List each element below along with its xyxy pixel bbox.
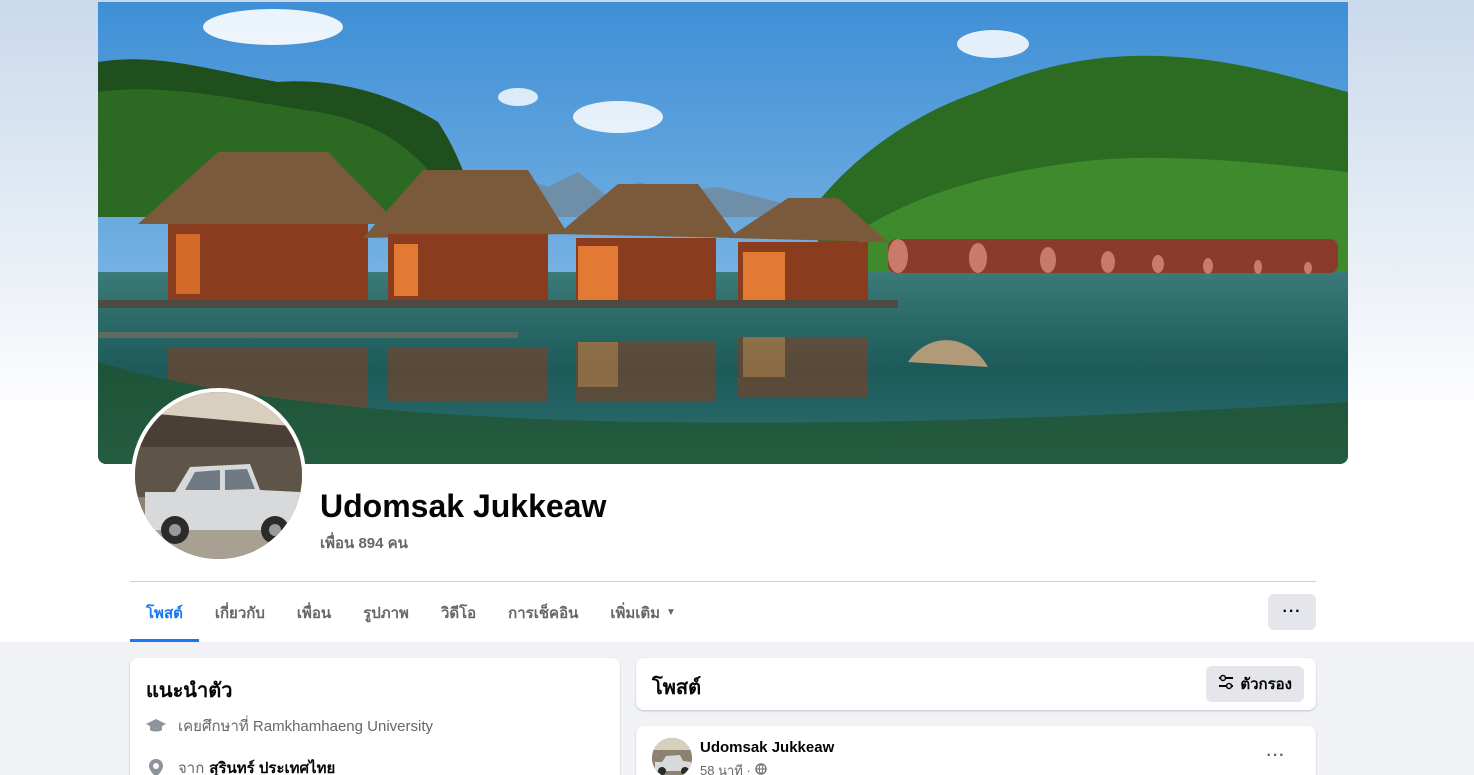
posts-header-title: โพสต์ — [652, 677, 702, 699]
filter-button-label: ตัวกรอง — [1240, 676, 1292, 693]
tab-more[interactable]: เพิ่มเติม ▼ — [594, 583, 692, 642]
tab-about[interactable]: เกี่ยวกับ — [199, 583, 281, 642]
friends-count-link[interactable]: เพื่อน 894 คน — [320, 531, 408, 555]
tab-photos[interactable]: รูปภาพ — [347, 583, 425, 642]
globe-icon — [755, 763, 767, 775]
filter-sliders-icon — [1218, 674, 1234, 694]
profile-tabs: โพสต์ เกี่ยวกับ เพื่อน รูปภาพ วิดีโอ การ… — [130, 583, 692, 642]
tab-posts-label: โพสต์ — [146, 604, 183, 622]
profile-picture-image — [135, 392, 302, 559]
tab-posts[interactable]: โพสต์ — [130, 583, 199, 642]
intro-education-row: เคยศึกษาที่ Ramkhamhaeng University — [146, 714, 433, 738]
post-card: Udomsak Jukkeaw 58 นาที · ··· — [636, 726, 1316, 775]
post-options-button[interactable]: ··· — [1258, 744, 1294, 768]
caret-down-icon: ▼ — [666, 607, 676, 618]
tab-videos[interactable]: วิดีโอ — [425, 583, 492, 642]
posts-header-card: โพสต์ ตัวกรอง — [636, 658, 1316, 710]
intro-education-text: เคยศึกษาที่ Ramkhamhaeng University — [178, 718, 433, 735]
graduation-cap-icon — [146, 716, 166, 736]
header-divider — [130, 581, 1316, 582]
intro-hometown-row: จาก สุรินทร์ ประเทศไทย — [146, 756, 335, 775]
intro-title: แนะนำตัว — [146, 680, 233, 702]
intro-card: แนะนำตัว เคยศึกษาที่ Ramkhamhaeng Univer… — [130, 658, 620, 775]
filter-button[interactable]: ตัวกรอง — [1206, 666, 1304, 702]
post-timestamp[interactable]: 58 นาที · — [700, 760, 751, 775]
post-meta: 58 นาที · — [700, 760, 767, 775]
tab-videos-label: วิดีโอ — [440, 604, 477, 622]
profile-name: Udomsak Jukkeaw — [320, 488, 607, 524]
tab-about-label: เกี่ยวกับ — [214, 604, 265, 622]
profile-picture[interactable] — [131, 388, 306, 563]
tab-checkins-label: การเช็คอิน — [508, 604, 579, 622]
intro-from-prefix: จาก — [178, 760, 205, 775]
post-author-avatar[interactable] — [652, 738, 692, 775]
cover-photo[interactable] — [98, 2, 1348, 464]
post-author-name[interactable]: Udomsak Jukkeaw — [700, 739, 834, 756]
tab-more-label: เพิ่มเติม — [610, 604, 661, 622]
tab-friends[interactable]: เพื่อน — [281, 583, 347, 642]
intro-hometown-link[interactable]: สุรินทร์ ประเทศไทย — [209, 756, 335, 775]
location-pin-icon — [146, 758, 166, 775]
tab-photos-label: รูปภาพ — [363, 604, 409, 622]
profile-more-options-button[interactable]: ··· — [1268, 594, 1316, 630]
tab-checkins[interactable]: การเช็คอิน — [492, 583, 594, 642]
tab-friends-label: เพื่อน — [296, 604, 332, 622]
